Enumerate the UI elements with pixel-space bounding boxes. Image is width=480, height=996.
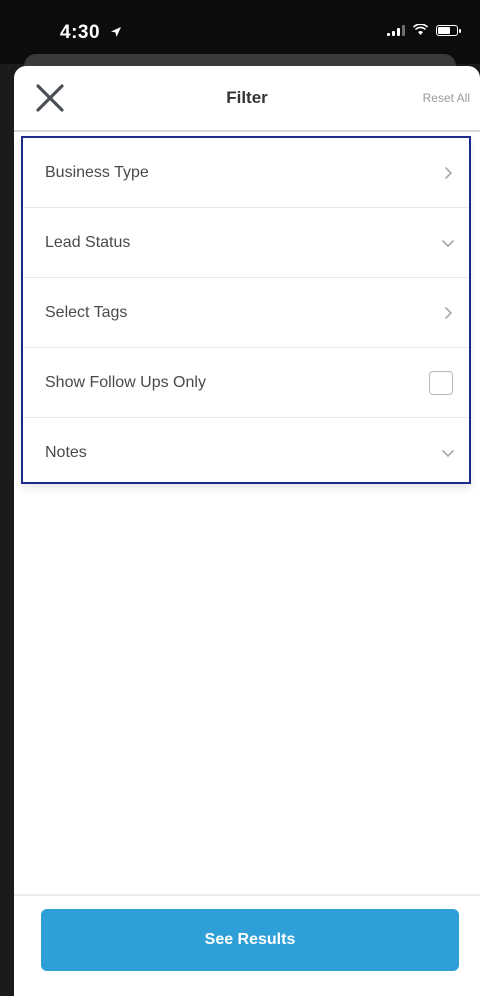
filter-sheet: Filter Reset All Business Type Lead Stat… — [14, 66, 480, 996]
chevron-right-icon — [445, 166, 453, 179]
filter-list: Business Type Lead Status Select Tags Sh… — [21, 136, 471, 484]
chevron-right-icon — [445, 306, 453, 319]
status-time: 4:30 — [60, 22, 122, 44]
chevron-down-icon — [442, 239, 454, 247]
chevron-down-icon — [442, 450, 454, 458]
filter-header: Filter Reset All — [14, 66, 480, 132]
filter-row-lead-status[interactable]: Lead Status — [23, 208, 469, 278]
footer-divider — [14, 894, 480, 896]
status-icons — [387, 24, 461, 36]
filter-row-select-tags[interactable]: Select Tags — [23, 278, 469, 348]
page-title: Filter — [226, 88, 268, 107]
follow-ups-checkbox[interactable] — [429, 370, 453, 395]
filter-label: Business Type — [45, 163, 149, 181]
reset-all-button[interactable]: Reset All — [423, 91, 470, 105]
filter-label: Notes — [45, 444, 87, 461]
see-results-button[interactable]: See Results — [41, 909, 459, 971]
clock-text: 4:30 — [60, 22, 101, 43]
signal-icon — [387, 24, 405, 36]
filter-row-notes[interactable]: Notes — [23, 418, 469, 488]
battery-icon — [436, 24, 461, 36]
wifi-icon — [413, 24, 428, 35]
filter-row-follow-ups: Show Follow Ups Only — [23, 348, 469, 418]
location-arrow-icon — [110, 27, 121, 37]
filter-row-business-type[interactable]: Business Type — [23, 138, 469, 208]
filter-label: Select Tags — [45, 303, 128, 321]
filter-label: Show Follow Ups Only — [45, 373, 206, 391]
filter-label: Lead Status — [45, 233, 131, 251]
